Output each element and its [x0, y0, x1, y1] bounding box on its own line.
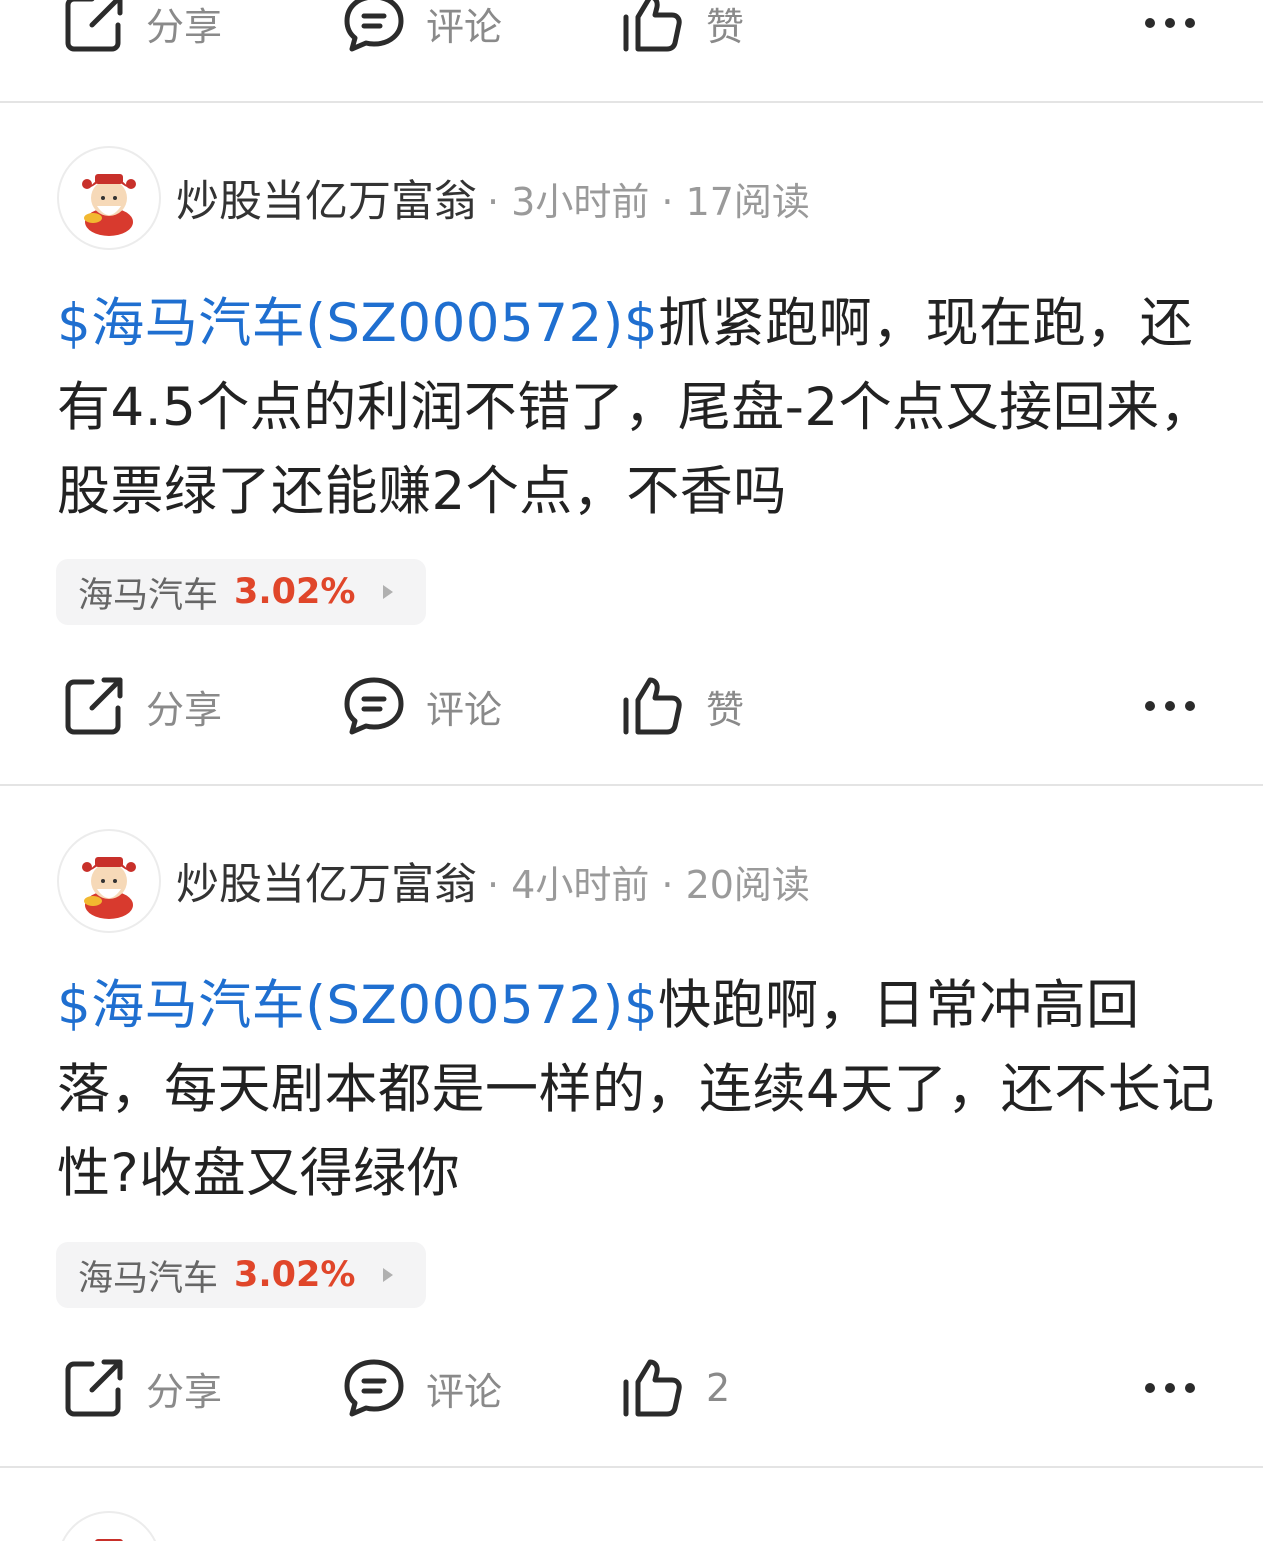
comment-icon	[344, 677, 404, 735]
avatar-god-of-wealth	[82, 174, 136, 236]
comment-icon	[344, 1359, 404, 1417]
more-icon	[1145, 1383, 1195, 1393]
more-button[interactable]	[1140, 1343, 1200, 1433]
chevron-right-icon	[383, 1268, 394, 1282]
share-label: 分享	[146, 687, 223, 732]
stock-tag-name: 海马汽车	[78, 575, 219, 616]
comment-label: 评论	[426, 4, 503, 49]
like-icon	[623, 677, 682, 735]
share-label: 分享	[146, 1369, 223, 1414]
share-button[interactable]: 分享	[62, 0, 222, 68]
post-meta: 炒股当亿万富翁 · 3小时前 · 17阅读	[176, 146, 810, 250]
like-button[interactable]: 2	[620, 1343, 730, 1433]
post-info: · 4小时前 · 20阅读	[487, 862, 810, 907]
share-label: 分享	[146, 4, 223, 49]
post-body[interactable]: $海马汽车(SZ000572)$快跑啊，日常冲高回落，每天剧本都是一样的，连续4…	[57, 964, 1217, 1216]
feed: 分享 评论 赞 炒股当亿万富翁 · 3小时前 · 17阅读 $海马汽车(SZ00…	[0, 0, 1263, 1541]
more-button[interactable]	[1140, 661, 1200, 751]
avatar[interactable]	[57, 1511, 161, 1541]
post-meta: 炒股当亿万富翁 · 4小时前 · 20阅读	[176, 829, 810, 933]
share-icon	[65, 1359, 123, 1417]
action-bar: 分享 评论 赞	[0, 661, 1263, 751]
author-name[interactable]: 炒股当亿万富翁	[176, 167, 477, 229]
avatar[interactable]	[57, 829, 161, 933]
more-icon	[1145, 701, 1195, 711]
stock-tag-name: 海马汽车	[78, 1258, 219, 1299]
author-name[interactable]: 炒股当亿万富翁	[176, 850, 477, 912]
share-icon	[65, 677, 123, 735]
post-body[interactable]: $海马汽车(SZ000572)$抓紧跑啊，现在跑，还有4.5个点的利润不错了，尾…	[57, 282, 1217, 534]
like-icon	[623, 1359, 682, 1417]
chevron-right-icon	[383, 585, 394, 599]
avatar-god-of-wealth	[95, 1539, 123, 1541]
like-label: 赞	[706, 687, 745, 732]
divider	[0, 101, 1263, 103]
stock-tag[interactable]: 海马汽车 3.02%	[56, 559, 426, 625]
avatar[interactable]	[57, 146, 161, 250]
stock-tag-change: 3.02%	[234, 572, 356, 612]
stock-tag-change: 3.02%	[234, 1255, 356, 1295]
like-button[interactable]: 赞	[620, 661, 744, 751]
divider	[0, 1466, 1263, 1468]
like-count: 2	[706, 1366, 731, 1410]
like-button[interactable]: 赞	[620, 0, 744, 68]
divider	[0, 784, 1263, 786]
stock-link[interactable]: $海马汽车(SZ000572)$	[57, 293, 658, 354]
more-icon	[1145, 18, 1195, 28]
like-icon	[623, 0, 682, 52]
stock-link[interactable]: $海马汽车(SZ000572)$	[57, 975, 658, 1036]
more-button[interactable]	[1140, 0, 1200, 68]
stock-tag[interactable]: 海马汽车 3.02%	[56, 1242, 426, 1308]
share-button[interactable]: 分享	[62, 1343, 222, 1433]
share-button[interactable]: 分享	[62, 661, 222, 751]
action-bar: 分享 评论 2	[0, 1343, 1263, 1433]
post-info: · 3小时前 · 17阅读	[487, 179, 810, 224]
comment-button[interactable]: 评论	[342, 661, 502, 751]
comment-icon	[344, 0, 404, 52]
comment-button[interactable]: 评论	[342, 0, 502, 68]
comment-button[interactable]: 评论	[342, 1343, 502, 1433]
comment-label: 评论	[426, 1369, 503, 1414]
avatar-god-of-wealth	[82, 857, 136, 919]
action-bar-top: 分享 评论 赞	[0, 0, 1263, 68]
share-icon	[65, 0, 123, 52]
comment-label: 评论	[426, 687, 503, 732]
like-label: 赞	[706, 4, 745, 49]
